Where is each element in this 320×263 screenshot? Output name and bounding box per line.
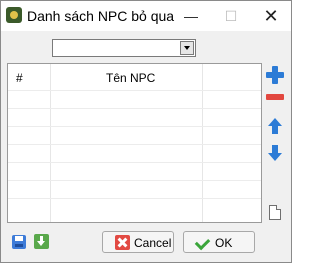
ok-label: OK [215, 236, 233, 250]
document-icon[interactable] [269, 205, 281, 220]
row-divider [8, 108, 261, 109]
ok-button[interactable]: OK [183, 231, 255, 253]
close-button[interactable]: ✕ [251, 1, 291, 31]
maximize-button[interactable]: ☐ [211, 1, 251, 31]
cancel-button[interactable]: Cancel [102, 231, 174, 253]
arrow-up-icon[interactable] [265, 116, 285, 136]
save-icon[interactable] [12, 235, 26, 249]
title-bar[interactable]: Danh sách NPC bỏ qua — ☐ ✕ [1, 1, 291, 31]
plus-icon[interactable] [265, 65, 285, 85]
row-divider [8, 180, 261, 181]
arrow-down-icon[interactable] [265, 143, 285, 163]
checkmark-icon [196, 235, 211, 250]
column-header-index: # [16, 71, 23, 85]
row-divider [8, 162, 261, 163]
cancel-label: Cancel [134, 236, 172, 250]
chevron-down-icon[interactable] [180, 41, 194, 55]
row-divider [8, 198, 261, 199]
download-icon[interactable] [34, 234, 49, 249]
row-divider [8, 144, 261, 145]
column-header-npc-name: Tên NPC [106, 71, 156, 85]
minus-icon[interactable] [265, 87, 285, 107]
close-icon [115, 235, 130, 250]
window-title: Danh sách NPC bỏ qua [27, 8, 175, 24]
app-icon [6, 7, 22, 23]
row-divider [8, 126, 261, 127]
header-row-divider [8, 90, 261, 91]
dialog-window: Danh sách NPC bỏ qua — ☐ ✕ # Tên NPC Can… [0, 0, 292, 263]
filter-dropdown[interactable] [52, 39, 196, 57]
npc-list-grid[interactable]: # Tên NPC [7, 63, 262, 223]
minimize-button[interactable]: — [171, 1, 211, 31]
